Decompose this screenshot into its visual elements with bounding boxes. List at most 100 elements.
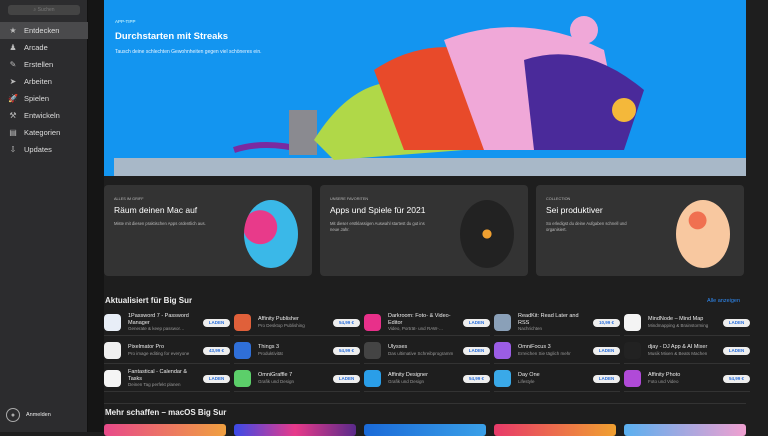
app-subtitle: Nachrichten (518, 326, 543, 331)
card-image (460, 200, 514, 268)
app-icon (364, 342, 381, 359)
app-name: 1Password 7 - Password Manager (128, 313, 189, 326)
app-icon (624, 370, 641, 387)
download-icon: ⇩ (9, 145, 17, 154)
sidebar-item-updates[interactable]: ⇩ Updates (0, 141, 88, 158)
get-button[interactable]: 54,99 € (333, 318, 360, 327)
app-subtitle: Musik Mixen & Beats Machen (648, 350, 708, 356)
sidebar-item-spielen[interactable]: 🚀 Spielen (0, 90, 88, 107)
get-button[interactable]: LADEN (463, 318, 490, 327)
get-button[interactable]: LADEN (203, 374, 230, 383)
app-name: Darkroom: Foto- & Video-Editor (388, 313, 451, 326)
feature-card[interactable]: COLLECTION Sei produktiver So erledigst du… (536, 185, 744, 276)
get-button[interactable]: LADEN (723, 346, 750, 355)
joystick-icon: ♟ (9, 43, 17, 52)
get-button[interactable]: LADEN (593, 346, 620, 355)
app-icon (364, 314, 381, 331)
card-image (676, 200, 730, 268)
card-title: Räum deinen Mac auf (114, 205, 198, 215)
card-title: Sei produktiver (546, 205, 603, 215)
app-list-item[interactable]: ReadKit: Read Later and RSS Nachrichten 10… (494, 310, 620, 336)
app-list-item[interactable]: Day One Lifestyle LADEN (494, 366, 620, 392)
section-title-updated: Aktualisiert für Big Sur (105, 296, 193, 305)
thumbnail[interactable] (104, 424, 226, 436)
get-button[interactable]: LADEN (593, 374, 620, 383)
get-button[interactable]: 10,99 € (593, 318, 620, 327)
thumbnail[interactable] (494, 424, 616, 436)
card-image (244, 200, 298, 268)
brush-icon: ✎ (9, 60, 17, 69)
thumbnail[interactable] (364, 424, 486, 436)
app-subtitle: Lifestyle (518, 378, 535, 384)
app-icon (234, 370, 251, 387)
app-icon (494, 314, 511, 331)
see-all-link[interactable]: Alle anzeigen (707, 298, 740, 304)
thumbnail[interactable] (624, 424, 746, 436)
app-name: Fantastical - Calendar & Tasks (128, 369, 187, 382)
section-title-more: Mehr schaffen – macOS Big Sur (105, 408, 227, 417)
app-list-item[interactable]: Things 3 Produktivität 54,99 € (234, 338, 360, 364)
sidebar-item-arcade[interactable]: ♟ Arcade (0, 39, 88, 56)
box-icon: ▤ (9, 128, 17, 137)
app-list-item[interactable]: Affinity Photo Foto und Video 54,99 € (624, 366, 750, 392)
divider (88, 0, 104, 432)
app-subtitle: Deinen Tag perfekt planen (128, 382, 181, 387)
app-icon (104, 314, 121, 331)
login-button[interactable]: ● Anmelden (6, 408, 51, 422)
get-button[interactable]: LADEN (723, 318, 750, 327)
app-subtitle: Erreichen Sie täglich mehr (518, 350, 571, 356)
card-title: Apps und Spiele für 2021 (330, 205, 426, 215)
app-icon (624, 314, 641, 331)
app-icon (234, 314, 251, 331)
search-input[interactable]: ⌕ Suchen (8, 5, 80, 15)
get-button[interactable]: 54,99 € (463, 374, 490, 383)
app-list-item[interactable]: OmniGraffle 7 Grafik und Design LADEN (234, 366, 360, 392)
sidebar-item-entwickeln[interactable]: ⚒ Entwickeln (0, 107, 88, 124)
app-icon (104, 342, 121, 359)
feature-card[interactable]: UNSERE FAVORITEN Apps und Spiele für 2021… (320, 185, 528, 276)
hero-banner[interactable]: APP-TIPP Durchstarten mit Streaks Tausch… (104, 0, 746, 176)
app-list-item[interactable]: Affinity Publisher Pro Desktop Publishing… (234, 310, 360, 336)
app-icon (494, 342, 511, 359)
thumbnail[interactable] (234, 424, 356, 436)
sidebar-item-kategorien[interactable]: ▤ Kategorien (0, 124, 88, 141)
app-subtitle: Generate & keep passwor… (128, 326, 185, 331)
sidebar-item-entdecken[interactable]: ★ Entdecken (0, 22, 88, 39)
get-button[interactable]: 43,99 € (203, 346, 230, 355)
app-icon (624, 342, 641, 359)
app-subtitle: Produktivität (258, 350, 283, 356)
app-list-item[interactable]: Darkroom: Foto- & Video-Editor Video, Por… (364, 310, 490, 336)
app-list-item[interactable]: MindNode – Mind Map Mindmapping & Brainst… (624, 310, 750, 336)
paperplane-icon: ➤ (9, 77, 17, 86)
app-list-item[interactable]: djay - DJ App & AI Mixer Musik Mixen & Be… (624, 338, 750, 364)
app-name: ReadKit: Read Later and RSS (518, 313, 579, 326)
app-list-item[interactable]: 1Password 7 - Password Manager Generate &… (104, 310, 230, 336)
app-subtitle: Pro Desktop Publishing (258, 322, 305, 328)
rocket-icon: 🚀 (8, 94, 18, 103)
get-button[interactable]: 54,99 € (333, 346, 360, 355)
sidebar-item-arbeiten[interactable]: ➤ Arbeiten (0, 73, 88, 90)
app-icon (104, 370, 121, 387)
app-list-item[interactable]: Affinity Designer Grafik und Design 54,99 … (364, 366, 490, 392)
app-subtitle: Grafik und Design (388, 378, 425, 384)
divider (104, 403, 746, 404)
app-list-item[interactable]: OmniFocus 3 Erreichen Sie täglich mehr LAD… (494, 338, 620, 364)
hammer-icon: ⚒ (9, 111, 17, 120)
app-subtitle: Pro image editing for everyone (128, 350, 190, 356)
get-button[interactable]: LADEN (333, 374, 360, 383)
app-list-item[interactable]: Fantastical - Calendar & Tasks Deinen Tag… (104, 366, 230, 392)
get-button[interactable]: LADEN (203, 318, 230, 327)
app-subtitle: Mindmapping & Brainstorming (648, 322, 709, 328)
get-button[interactable]: LADEN (463, 346, 490, 355)
hero-illustration (114, 16, 746, 176)
star-icon: ★ (9, 26, 17, 35)
feature-card[interactable]: ALLES IM GRIFF Räum deinen Mac auf Miste m… (104, 185, 312, 276)
app-subtitle: Das ultimative Schreibprogramm (388, 350, 454, 356)
app-list-item[interactable]: Pixelmator Pro Pro image editing for ever… (104, 338, 230, 364)
app-list-item[interactable]: Ulysses Das ultimative Schreibprogramm LAD… (364, 338, 490, 364)
card-desc: So erledigst du deine Aufgaben schnell u… (546, 221, 627, 232)
app-subtitle: Foto und Video (648, 378, 679, 384)
get-button[interactable]: 54,99 € (723, 374, 750, 383)
sidebar-item-erstellen[interactable]: ✎ Erstellen (0, 56, 88, 73)
app-icon (494, 370, 511, 387)
